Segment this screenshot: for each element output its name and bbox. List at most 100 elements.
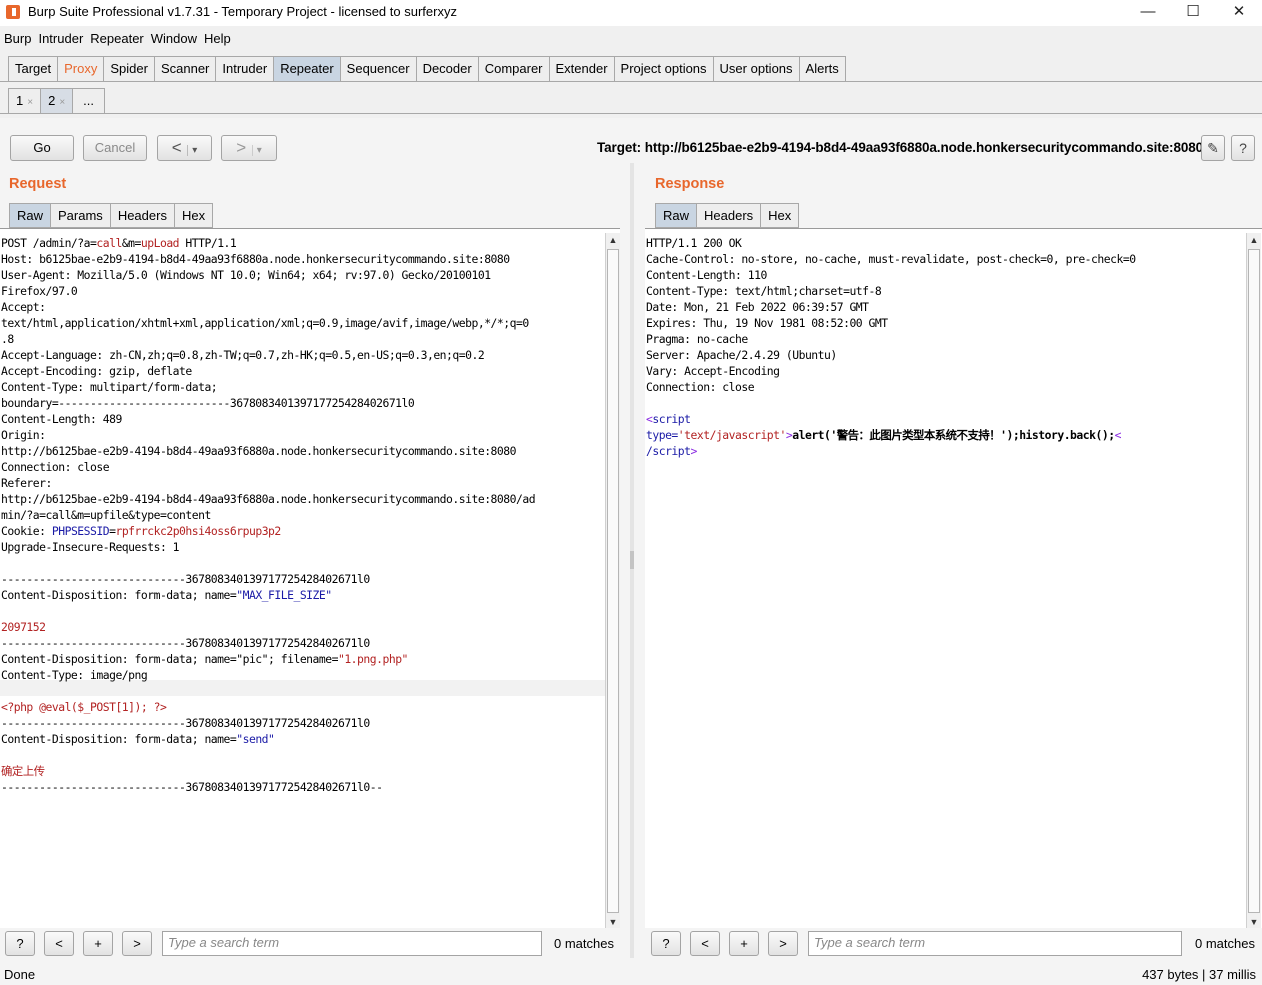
- request-line: http://b6125bae-e2b9-4194-b8d4-49aa93f68…: [1, 443, 604, 459]
- search-help-button[interactable]: ?: [651, 931, 681, 956]
- response-tab-hex[interactable]: Hex: [760, 203, 800, 228]
- cancel-button[interactable]: Cancel: [83, 135, 147, 161]
- request-tab-raw[interactable]: Raw: [9, 203, 51, 228]
- search-next-button[interactable]: >: [122, 931, 152, 956]
- response-search-input[interactable]: Type a search term: [808, 931, 1182, 956]
- response-line: <script: [646, 411, 1245, 427]
- scroll-down-icon[interactable]: ▼: [606, 915, 620, 928]
- request-token: -----------------------------36780834013…: [1, 716, 370, 730]
- request-editor[interactable]: POST /admin/?a=call&m=upLoad HTTP/1.1 Hos…: [0, 228, 620, 928]
- request-scrollbar[interactable]: ▲ ▼: [605, 233, 620, 928]
- request-line: Accept:: [1, 299, 604, 315]
- tab-extender[interactable]: Extender: [548, 56, 614, 82]
- divider-grip[interactable]: [630, 551, 634, 569]
- request-token: http://b6125bae-e2b9-4194-b8d4-49aa93f68…: [1, 492, 536, 506]
- menu-burp[interactable]: Burp: [0, 28, 34, 46]
- request-line: Content-Type: multipart/form-data;: [1, 379, 604, 395]
- maximize-icon[interactable]: ☐: [1170, 0, 1216, 26]
- request-token: "send": [236, 732, 275, 746]
- request-search-input[interactable]: Type a search term: [162, 931, 542, 956]
- menu-intruder[interactable]: Intruder: [34, 28, 86, 46]
- response-line: Content-Length: 110: [646, 267, 1245, 283]
- search-prev-button[interactable]: <: [690, 931, 720, 956]
- tab-proxy[interactable]: Proxy: [57, 56, 104, 82]
- minimize-icon[interactable]: —: [1125, 0, 1171, 26]
- tab-divider: [0, 81, 1262, 82]
- request-token: 确定上传: [1, 764, 45, 778]
- repeater-tab-new[interactable]: ...: [72, 88, 105, 114]
- search-help-button[interactable]: ?: [5, 931, 35, 956]
- chevron-down-icon[interactable]: ▾: [251, 145, 262, 156]
- request-token: boundary=---------------------------3678…: [1, 396, 415, 410]
- request-line: -----------------------------36780834013…: [1, 779, 604, 795]
- repeater-tab-2[interactable]: 2 ×: [40, 88, 73, 114]
- response-token: >: [690, 444, 698, 458]
- request-line: [1, 555, 604, 571]
- repeater-tab-1[interactable]: 1 ×: [8, 88, 41, 114]
- request-line: Connection: close: [1, 459, 604, 475]
- response-line: Content-Type: text/html;charset=utf-8: [646, 283, 1245, 299]
- forward-button[interactable]: > ▾: [221, 135, 277, 161]
- request-line: Referer:: [1, 475, 604, 491]
- tab-spider[interactable]: Spider: [103, 56, 154, 82]
- menu-help[interactable]: Help: [200, 28, 234, 46]
- chevron-down-icon[interactable]: ▾: [187, 145, 198, 156]
- request-text[interactable]: POST /admin/?a=call&m=upLoad HTTP/1.1 Hos…: [0, 234, 604, 795]
- tab-scanner[interactable]: Scanner: [153, 56, 216, 82]
- request-line: -----------------------------36780834013…: [1, 635, 604, 651]
- search-prev-button[interactable]: <: [44, 931, 74, 956]
- search-options-button[interactable]: +: [83, 931, 113, 956]
- response-stats: 437 bytes | 37 millis: [1142, 967, 1256, 982]
- tab-comparer[interactable]: Comparer: [477, 56, 549, 82]
- request-token: User-Agent: Mozilla/5.0 (Windows NT 10.0…: [1, 268, 491, 282]
- back-arrow-icon: <: [171, 138, 182, 157]
- response-token: script: [652, 412, 691, 426]
- request-tab-hex[interactable]: Hex: [173, 203, 214, 228]
- go-button[interactable]: Go: [10, 135, 74, 161]
- scroll-up-icon[interactable]: ▲: [1247, 233, 1261, 247]
- edit-target-icon[interactable]: ✎: [1201, 135, 1225, 161]
- tab-intruder[interactable]: Intruder: [215, 56, 274, 82]
- menu-window[interactable]: Window: [147, 28, 200, 46]
- tab-user-options[interactable]: User options: [712, 56, 799, 82]
- tab-alerts[interactable]: Alerts: [798, 56, 846, 82]
- repeater-tab-label: 2: [48, 93, 56, 108]
- request-tab-params[interactable]: Params: [50, 203, 110, 228]
- request-token: Firefox/97.0: [1, 284, 78, 298]
- response-token: Content-Length: 110: [646, 268, 767, 282]
- menu-repeater[interactable]: Repeater: [86, 28, 146, 46]
- tab-decoder[interactable]: Decoder: [415, 56, 478, 82]
- request-token: rpfrrckc2p0hsi4oss6rpup3p2: [115, 524, 281, 538]
- back-button[interactable]: < ▾: [157, 135, 212, 161]
- request-token: -----------------------------36780834013…: [1, 780, 383, 794]
- tab-repeater[interactable]: Repeater: [273, 56, 340, 82]
- response-tab-raw[interactable]: Raw: [655, 203, 697, 228]
- request-token: Upgrade-Insecure-Requests: 1: [1, 540, 180, 554]
- tab-target[interactable]: Target: [8, 56, 58, 82]
- response-text[interactable]: HTTP/1.1 200 OK Cache-Control: no-store, …: [645, 234, 1245, 459]
- response-line: Cache-Control: no-store, no-cache, must-…: [646, 251, 1245, 267]
- request-line: min/?a=call&m=upfile&type=content: [1, 507, 604, 523]
- close-tab-icon[interactable]: ×: [27, 97, 33, 108]
- response-token: type=: [646, 428, 678, 442]
- response-editor[interactable]: HTTP/1.1 200 OK Cache-Control: no-store, …: [645, 228, 1262, 928]
- response-line: Expires: Thu, 19 Nov 1981 08:52:00 GMT: [646, 315, 1245, 331]
- request-line: .8: [1, 331, 604, 347]
- status-text: Done: [4, 967, 36, 982]
- scroll-thumb[interactable]: [1248, 249, 1260, 913]
- request-token: -----------------------------36780834013…: [1, 636, 370, 650]
- search-options-button[interactable]: +: [729, 931, 759, 956]
- close-icon[interactable]: ✕: [1216, 0, 1262, 26]
- scroll-up-icon[interactable]: ▲: [606, 233, 620, 247]
- scroll-thumb[interactable]: [607, 249, 619, 913]
- tab-project-options[interactable]: Project options: [613, 56, 713, 82]
- close-tab-icon[interactable]: ×: [59, 97, 65, 108]
- scroll-down-icon[interactable]: ▼: [1247, 915, 1261, 928]
- response-scrollbar[interactable]: ▲ ▼: [1246, 233, 1261, 928]
- search-next-button[interactable]: >: [768, 931, 798, 956]
- request-tab-headers[interactable]: Headers: [109, 203, 174, 228]
- tab-sequencer[interactable]: Sequencer: [339, 56, 416, 82]
- response-tab-headers[interactable]: Headers: [696, 203, 761, 228]
- request-line: boundary=---------------------------3678…: [1, 395, 604, 411]
- help-icon[interactable]: ?: [1231, 135, 1255, 161]
